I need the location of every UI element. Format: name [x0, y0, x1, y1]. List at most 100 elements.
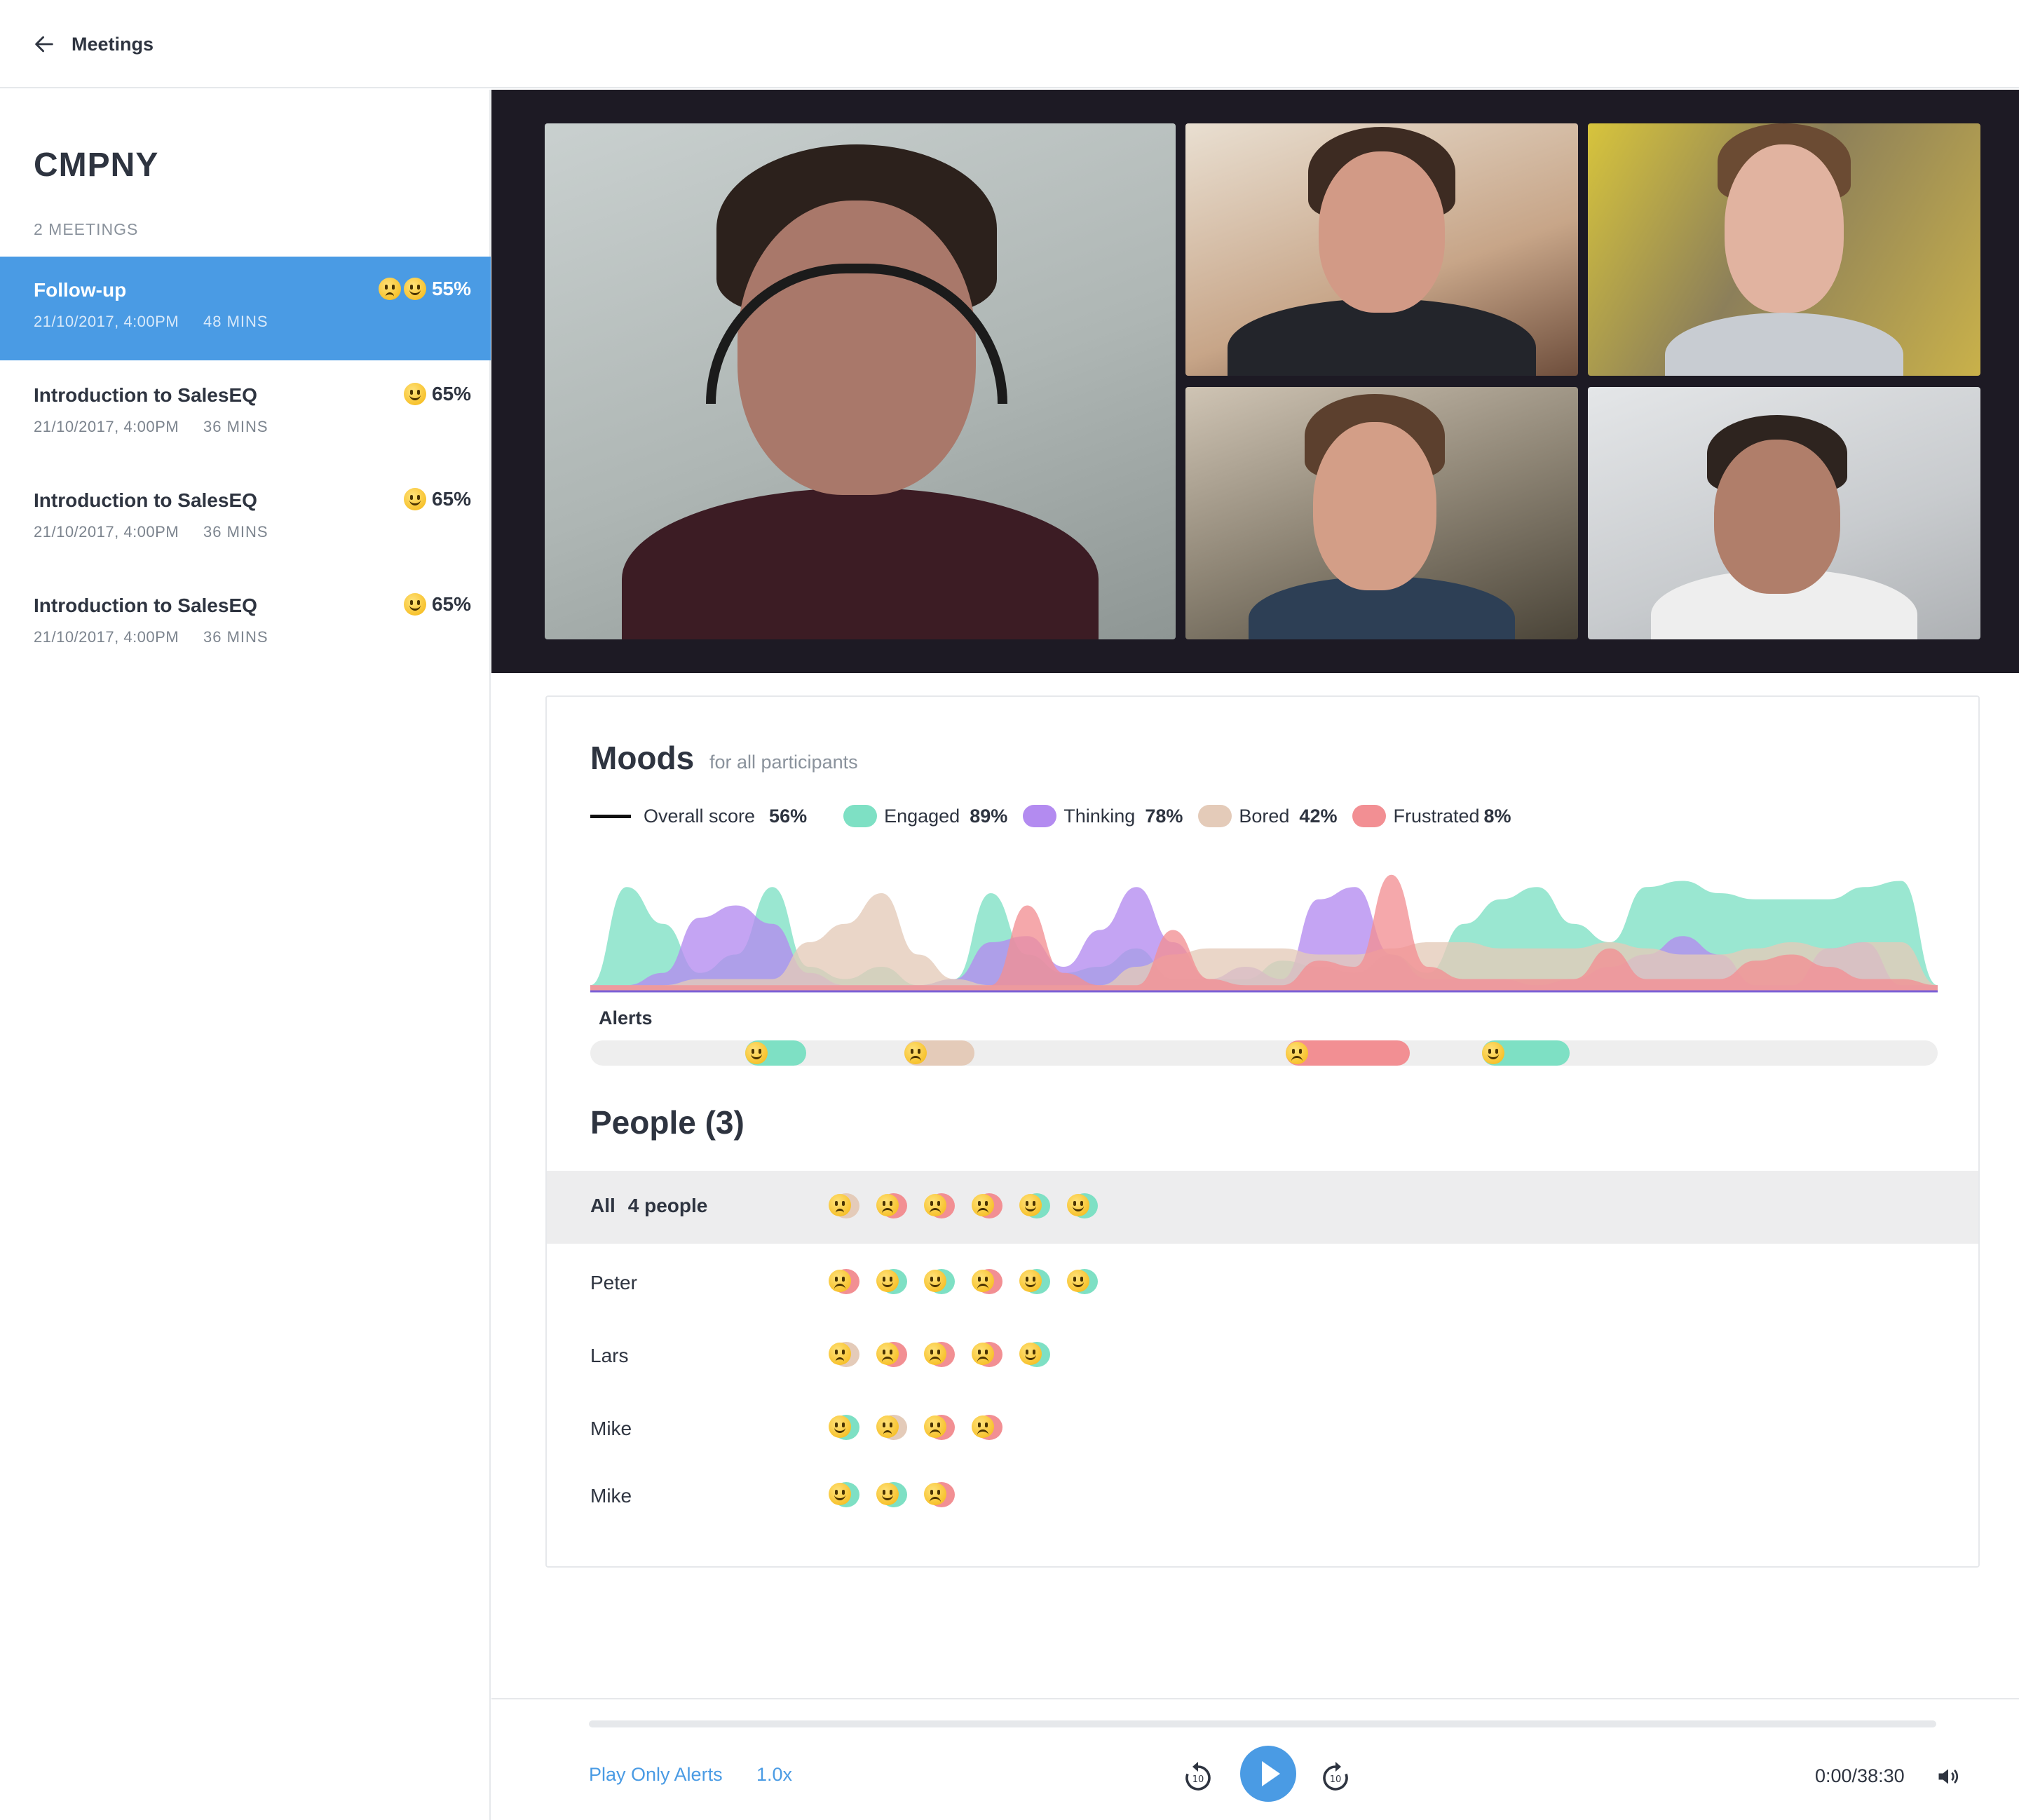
- meeting-item[interactable]: Introduction to SalesEQ 21/10/2017, 4:00…: [0, 467, 491, 571]
- legend-value: 42%: [1299, 805, 1338, 827]
- person-mood-badge[interactable]: [829, 1481, 859, 1507]
- video-tile-5[interactable]: [1588, 387, 1980, 639]
- person-mood-badge[interactable]: [876, 1268, 907, 1294]
- alerts-timeline[interactable]: [590, 1040, 1938, 1066]
- back-to-meetings-link[interactable]: Meetings: [32, 28, 154, 60]
- person-row[interactable]: Mike: [547, 1394, 1978, 1467]
- person-mood-emojis: [829, 1192, 1098, 1218]
- person-mood-badge[interactable]: [876, 1481, 907, 1507]
- legend-swatch: [1352, 805, 1387, 827]
- meeting-score-value: 55%: [431, 278, 471, 299]
- person-mood-badge[interactable]: [1067, 1268, 1098, 1294]
- playback-progress-bar[interactable]: [589, 1720, 1936, 1727]
- meeting-score: 65%: [403, 383, 471, 405]
- person-mood-badge[interactable]: [924, 1192, 955, 1218]
- person-mood-badge[interactable]: [829, 1192, 859, 1218]
- mood-legend: Overall score 56% Engaged 89% Thinking 78% Bor…: [590, 802, 1527, 830]
- person-row[interactable]: Peter: [547, 1248, 1978, 1321]
- video-tile-4[interactable]: [1185, 387, 1578, 639]
- mood-area-chart[interactable]: [590, 858, 1938, 998]
- play-only-alerts-button[interactable]: Play Only Alerts: [589, 1764, 723, 1786]
- meeting-item[interactable]: Follow-up 21/10/2017, 4:00PM 48 MINS 55%: [0, 257, 491, 360]
- person-mood-badge[interactable]: [876, 1340, 907, 1367]
- meeting-date: 21/10/2017, 4:00PM: [34, 313, 179, 330]
- legend-value: 56%: [769, 805, 808, 827]
- forward-10-icon[interactable]: 10: [1319, 1760, 1352, 1793]
- person-name-text: Peter: [590, 1272, 637, 1293]
- person-name-text: Mike: [590, 1418, 632, 1439]
- person-mood-badge[interactable]: [876, 1413, 907, 1440]
- legend-overall[interactable]: Overall score 56%: [590, 806, 807, 827]
- moods-card: Moods for all participants Overall score…: [545, 695, 1980, 1568]
- person-name: Mike: [590, 1485, 632, 1507]
- playback-speed-button[interactable]: 1.0x: [756, 1764, 792, 1786]
- meeting-item[interactable]: Introduction to SalesEQ 21/10/2017, 4:00…: [0, 572, 491, 676]
- person-mood-badge[interactable]: [924, 1268, 955, 1294]
- legend-engaged[interactable]: Engaged 89%: [843, 805, 1007, 827]
- meeting-mood-emojis: [403, 488, 426, 510]
- person-mood-badge[interactable]: [1019, 1268, 1050, 1294]
- person-mood-badge[interactable]: [972, 1413, 1002, 1440]
- alert-segment-frustrated[interactable]: [1285, 1040, 1410, 1066]
- top-bar: Meetings: [0, 0, 2019, 88]
- moods-subtitle: for all participants: [709, 752, 858, 773]
- alerts-label: Alerts: [599, 1007, 653, 1028]
- legend-label: Overall score: [644, 805, 756, 827]
- volume-icon[interactable]: [1936, 1764, 1961, 1789]
- rewind-10-icon[interactable]: 10: [1181, 1760, 1215, 1793]
- frustrated-emoji-icon: [924, 1415, 946, 1438]
- people-row-all[interactable]: All 4 people: [547, 1171, 1978, 1244]
- legend-frustrated[interactable]: Frustrated 8%: [1352, 805, 1511, 827]
- person-mood-badge[interactable]: [972, 1340, 1002, 1367]
- person-row[interactable]: Mike: [547, 1461, 1978, 1534]
- sidebar: CMPNY 2 MEETINGS Follow-up 21/10/2017, 4…: [0, 90, 491, 1820]
- video-tile-main[interactable]: [545, 123, 1176, 639]
- person-mood-badge[interactable]: [876, 1192, 907, 1218]
- person-mood-badge[interactable]: [1019, 1192, 1050, 1218]
- people-title: People (3): [590, 1104, 745, 1141]
- video-tile-3[interactable]: [1588, 123, 1980, 376]
- meeting-duration: 48 MINS: [203, 313, 268, 330]
- person-mood-badge[interactable]: [829, 1340, 859, 1367]
- legend-label: Engaged: [884, 805, 960, 827]
- smile-emoji-icon: [403, 383, 426, 405]
- thinking-emoji-icon: [876, 1415, 899, 1438]
- meeting-date: 21/10/2017, 4:00PM: [34, 523, 179, 541]
- svg-text:10: 10: [1192, 1774, 1204, 1785]
- person-mood-badge[interactable]: [924, 1340, 955, 1367]
- person-mood-badge[interactable]: [1067, 1192, 1098, 1218]
- meeting-title: Introduction to SalesEQ: [34, 489, 257, 511]
- legend-thinking[interactable]: Thinking 78%: [1023, 805, 1183, 827]
- person-mood-badge[interactable]: [924, 1481, 955, 1507]
- meeting-item[interactable]: Introduction to SalesEQ 21/10/2017, 4:00…: [0, 362, 491, 466]
- person-row[interactable]: Lars: [547, 1321, 1978, 1394]
- alert-segment-engaged[interactable]: [1482, 1040, 1570, 1066]
- smile-emoji-icon: [403, 278, 426, 300]
- meeting-score-value: 65%: [431, 593, 471, 615]
- person-mood-badge[interactable]: [1019, 1340, 1050, 1367]
- person-mood-badge[interactable]: [972, 1268, 1002, 1294]
- meeting-duration: 36 MINS: [203, 523, 268, 541]
- meeting-count: 2 MEETINGS: [34, 220, 139, 238]
- smile-emoji-icon: [745, 1042, 768, 1064]
- person-mood-emojis: [829, 1340, 1050, 1367]
- frustrated-emoji-icon: [972, 1343, 994, 1365]
- meeting-score: 65%: [403, 593, 471, 616]
- arrow-left-icon: [35, 36, 53, 53]
- legend-value: 89%: [970, 805, 1008, 827]
- alert-segment-bored[interactable]: [904, 1040, 974, 1066]
- frustrated-emoji-icon: [829, 1270, 851, 1292]
- video-tile-2[interactable]: [1185, 123, 1578, 376]
- person-mood-badge[interactable]: [924, 1413, 955, 1440]
- legend-label: Thinking: [1063, 805, 1136, 827]
- smile-emoji-icon: [829, 1415, 851, 1438]
- person-mood-badge[interactable]: [829, 1413, 859, 1440]
- alert-segment-engaged[interactable]: [745, 1040, 806, 1066]
- legend-bored[interactable]: Bored 42%: [1198, 805, 1337, 827]
- person-mood-badge[interactable]: [829, 1268, 859, 1294]
- meeting-date: 21/10/2017, 4:00PM: [34, 628, 179, 646]
- person-mood-badge[interactable]: [972, 1192, 1002, 1218]
- legend-swatch: [843, 805, 878, 827]
- legend-swatch: [590, 814, 631, 818]
- play-button[interactable]: [1240, 1746, 1296, 1802]
